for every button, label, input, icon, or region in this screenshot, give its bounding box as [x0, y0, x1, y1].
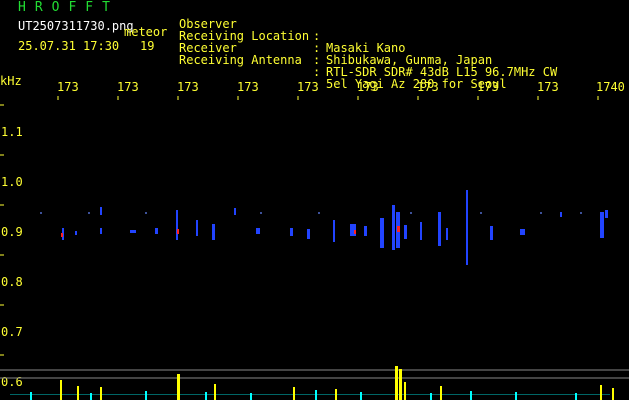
level-reference-lines	[0, 369, 629, 379]
echo-highlights	[61, 226, 400, 237]
frequency-tick-marks	[57, 96, 599, 100]
echo-faint	[40, 212, 582, 214]
time-tick-marks	[0, 104, 4, 356]
waterfall-screen: HROFFT UT2507311730.png meteor 25.07.31 …	[0, 0, 629, 400]
waterfall-plot	[0, 96, 629, 400]
echo-traces	[62, 190, 608, 265]
